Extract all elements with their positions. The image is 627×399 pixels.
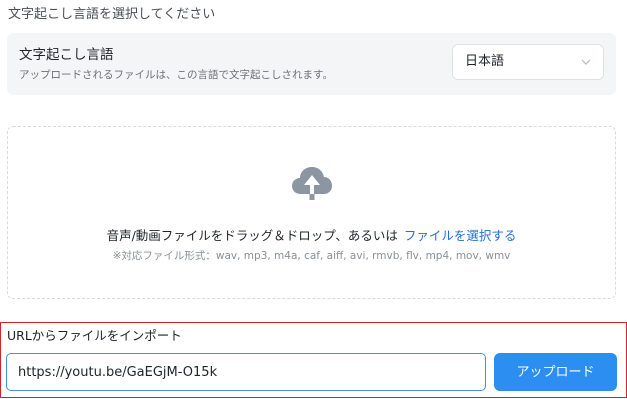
section-title: 文字起こし言語を選択してください — [8, 7, 216, 22]
url-import-section: URLからファイルをインポート アップロード — [0, 322, 627, 398]
cloud-upload-icon — [292, 167, 332, 200]
chevron-down-icon — [581, 59, 591, 65]
supported-formats: ※対応ファイル形式：wav, mp3, m4a, caf, aiff, avi,… — [112, 250, 511, 262]
file-dropzone[interactable]: 音声/動画ファイルをドラッグ＆ドロップ、あるいは ファイルを選択する ※対応ファイ… — [7, 126, 616, 299]
language-select-value: 日本語 — [465, 54, 505, 69]
dropzone-instruction: 音声/動画ファイルをドラッグ＆ドロップ、あるいは — [106, 228, 398, 243]
upload-button[interactable]: アップロード — [494, 353, 617, 391]
page: 文字起こし言語を選択してください 文字起こし言語 アップロードされるファイルは、… — [0, 0, 627, 399]
language-select[interactable]: 日本語 — [452, 44, 604, 80]
language-card: 文字起こし言語 アップロードされるファイルは、この言語で文字起こしされます。 日… — [7, 33, 616, 95]
language-title: 文字起こし言語 — [19, 47, 114, 63]
dropzone-text: 音声/動画ファイルをドラッグ＆ドロップ、あるいは ファイルを選択する — [8, 227, 615, 245]
select-file-link[interactable]: ファイルを選択する — [404, 228, 517, 243]
url-import-label: URLからファイルをインポート — [7, 328, 182, 343]
url-input[interactable] — [6, 353, 486, 391]
language-description: アップロードされるファイルは、この言語で文字起こしされます。 — [19, 69, 333, 81]
